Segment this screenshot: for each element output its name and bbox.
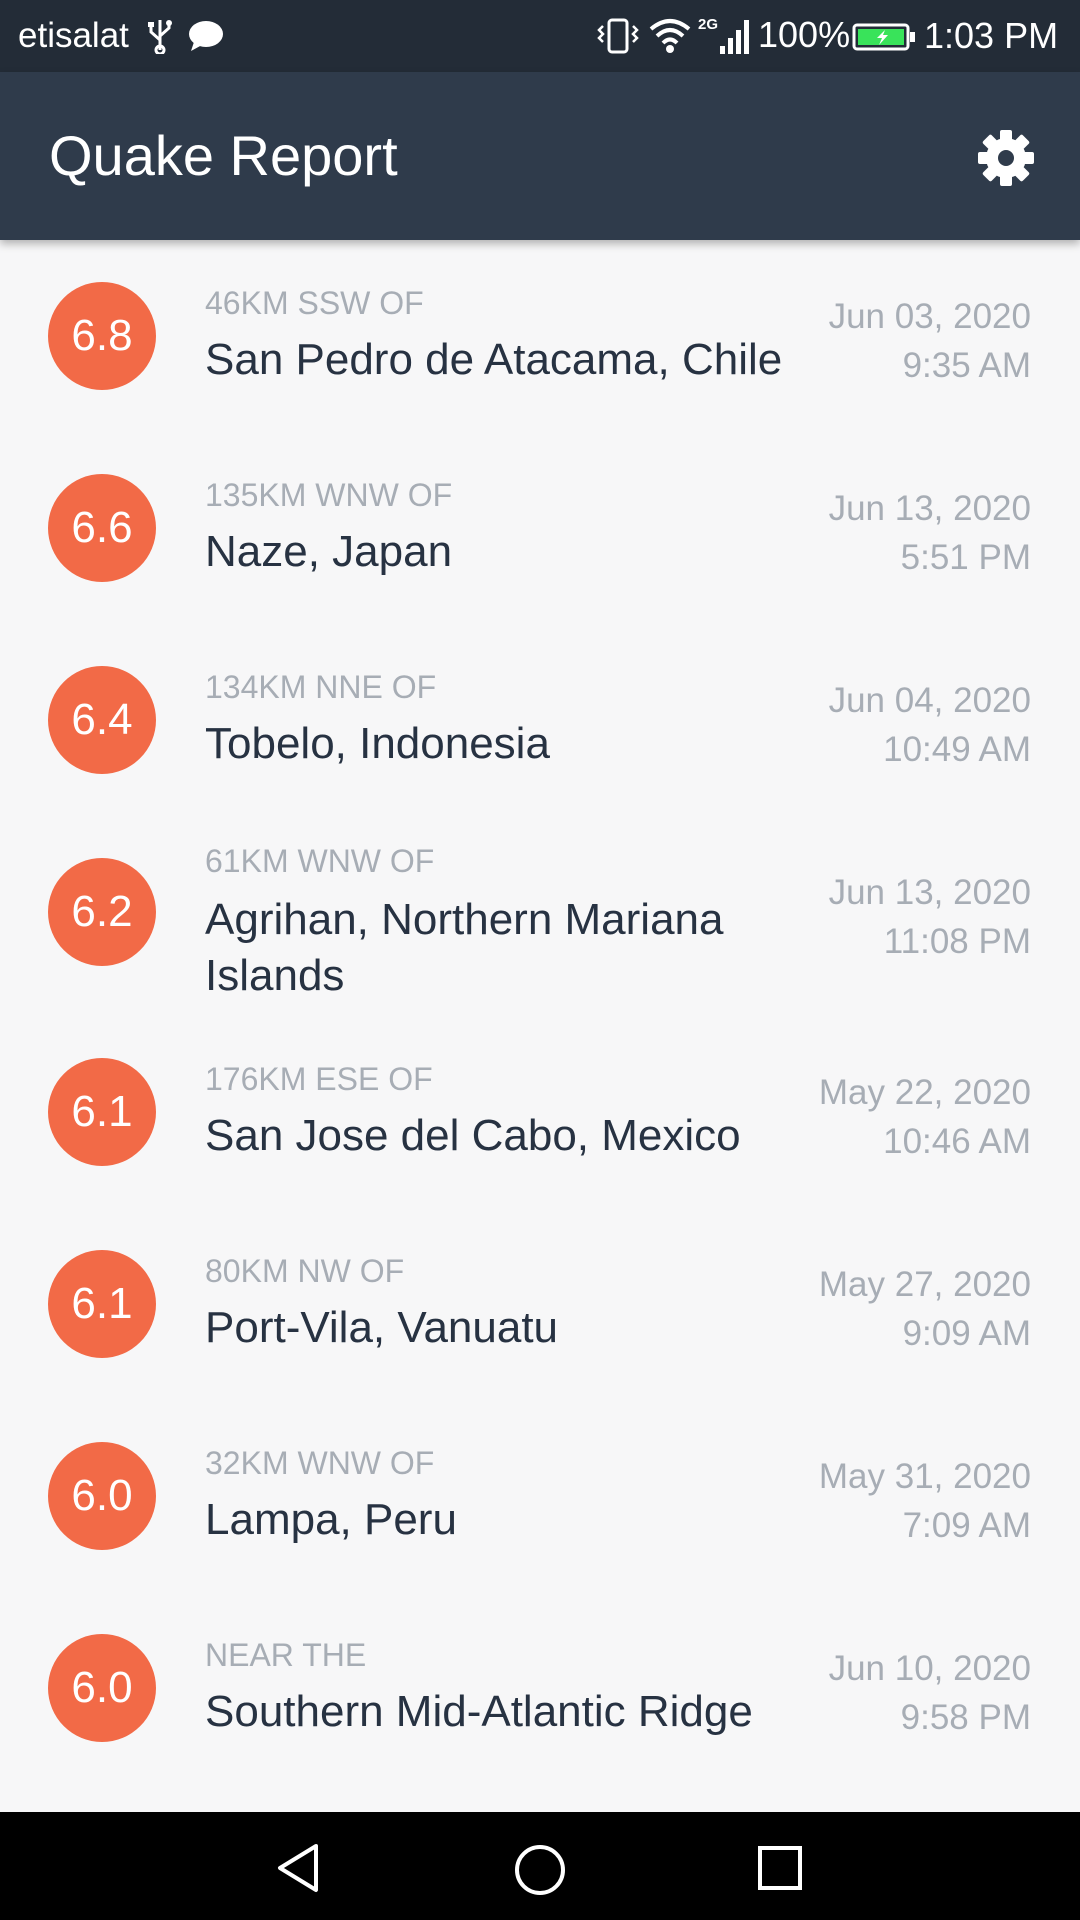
primary-location: San Pedro de Atacama, Chile (205, 335, 783, 384)
quake-datetime: Jun 03, 2020 9:35 AM (829, 292, 1031, 390)
navigation-bar (0, 1812, 1080, 1920)
location-offset: 80km NW of (205, 1253, 405, 1289)
message-icon (189, 21, 223, 51)
earthquake-list: 6.8 46km SSW of San Pedro de Atacama, Ch… (0, 240, 1080, 1812)
quake-date: May 22, 2020 (818, 1073, 1031, 1112)
list-item[interactable]: 6.4 134km NNE of Tobelo, Indonesia Jun 0… (0, 624, 1080, 816)
quake-date: Jun 13, 2020 (828, 489, 1031, 528)
quake-date: Jun 10, 2020 (828, 1649, 1031, 1688)
recents-square-icon[interactable] (756, 1844, 804, 1892)
status-clock: 1:03 PM (924, 15, 1059, 56)
quake-datetime: May 31, 2020 7:09 AM (819, 1452, 1031, 1550)
back-triangle-icon[interactable] (274, 1842, 322, 1894)
magnitude-badge: 6.6 (48, 474, 156, 582)
quake-time: 10:46 AM (883, 1122, 1031, 1161)
usb-icon (148, 20, 172, 54)
quake-date: May 27, 2020 (818, 1265, 1031, 1304)
app-bar: Quake Report (0, 72, 1080, 240)
list-item[interactable]: 6.2 61km WNW of Agrihan, Northern Marian… (0, 816, 1080, 1016)
cellular-signal-icon: 2G (698, 14, 754, 58)
list-item[interactable]: 6.6 135km WNW of Naze, Japan Jun 13, 202… (0, 432, 1080, 624)
magnitude-badge: 6.2 (48, 858, 156, 966)
magnitude-badge: 6.0 (48, 1634, 156, 1742)
quake-datetime: Jun 10, 2020 9:58 PM (829, 1644, 1031, 1742)
quake-date: Jun 13, 2020 (828, 873, 1031, 912)
list-item[interactable]: 6.0 Near the Southern Mid-Atlantic Ridge… (0, 1592, 1080, 1784)
primary-location: Southern Mid-Atlantic Ridge (205, 1687, 753, 1736)
quake-time: 10:49 AM (883, 730, 1031, 769)
list-item[interactable]: 6.1 176km ESE of San Jose del Cabo, Mexi… (0, 1016, 1080, 1208)
location-offset: Near the (205, 1637, 367, 1673)
battery-percentage: 100% (758, 14, 851, 55)
list-item[interactable]: 6.0 32km WNW of Lampa, Peru May 31, 2020… (0, 1400, 1080, 1592)
quake-datetime: Jun 13, 2020 11:08 PM (829, 868, 1031, 966)
primary-location: San Jose del Cabo, Mexico (205, 1111, 741, 1160)
primary-location: Agrihan, Northern Mariana Islands (205, 895, 724, 1000)
home-circle-icon[interactable] (512, 1842, 568, 1898)
quake-time: 11:08 PM (883, 922, 1031, 961)
magnitude-badge: 6.1 (48, 1058, 156, 1166)
quake-datetime: May 22, 2020 10:46 AM (819, 1068, 1031, 1166)
quake-time: 5:51 PM (900, 538, 1031, 577)
carrier-name: etisalat (18, 16, 129, 55)
location-offset: 176km ESE of (205, 1061, 433, 1097)
quake-time: 9:58 PM (900, 1698, 1031, 1737)
wifi-icon (649, 19, 691, 53)
primary-location: Port-Vila, Vanuatu (205, 1303, 559, 1352)
quake-datetime: May 27, 2020 9:09 AM (819, 1260, 1031, 1358)
vibrate-icon (597, 18, 639, 54)
list-item[interactable]: 6.8 46km SSW of San Pedro de Atacama, Ch… (0, 240, 1080, 432)
quake-time: 9:35 AM (902, 346, 1031, 385)
app-title: Quake Report (49, 124, 398, 187)
status-bar: etisalat 2G 100% 1:03 PM (0, 0, 1080, 72)
gear-icon[interactable] (976, 128, 1036, 188)
primary-location: Naze, Japan (205, 527, 453, 576)
location-offset: 32km WNW of (205, 1445, 435, 1481)
quake-datetime: Jun 13, 2020 5:51 PM (829, 484, 1031, 582)
magnitude-badge: 6.0 (48, 1442, 156, 1550)
quake-date: Jun 03, 2020 (828, 297, 1031, 336)
location-offset: 134km NNE of (205, 669, 437, 705)
location-offset: 135km WNW of (205, 477, 453, 513)
quake-date: Jun 04, 2020 (828, 681, 1031, 720)
location-offset: 46km SSW of (205, 285, 424, 321)
primary-location: Tobelo, Indonesia (205, 719, 550, 768)
location-offset: 61km WNW of (205, 843, 435, 879)
battery-charging-icon (852, 23, 915, 51)
primary-location: Lampa, Peru (205, 1495, 457, 1544)
magnitude-badge: 6.4 (48, 666, 156, 774)
magnitude-badge: 6.1 (48, 1250, 156, 1358)
quake-datetime: Jun 04, 2020 10:49 AM (829, 676, 1031, 774)
quake-date: May 31, 2020 (818, 1457, 1031, 1496)
quake-time: 9:09 AM (902, 1314, 1031, 1353)
list-item[interactable]: 6.1 80km NW of Port-Vila, Vanuatu May 27… (0, 1208, 1080, 1400)
magnitude-badge: 6.8 (48, 282, 156, 390)
quake-time: 7:09 AM (902, 1506, 1031, 1545)
